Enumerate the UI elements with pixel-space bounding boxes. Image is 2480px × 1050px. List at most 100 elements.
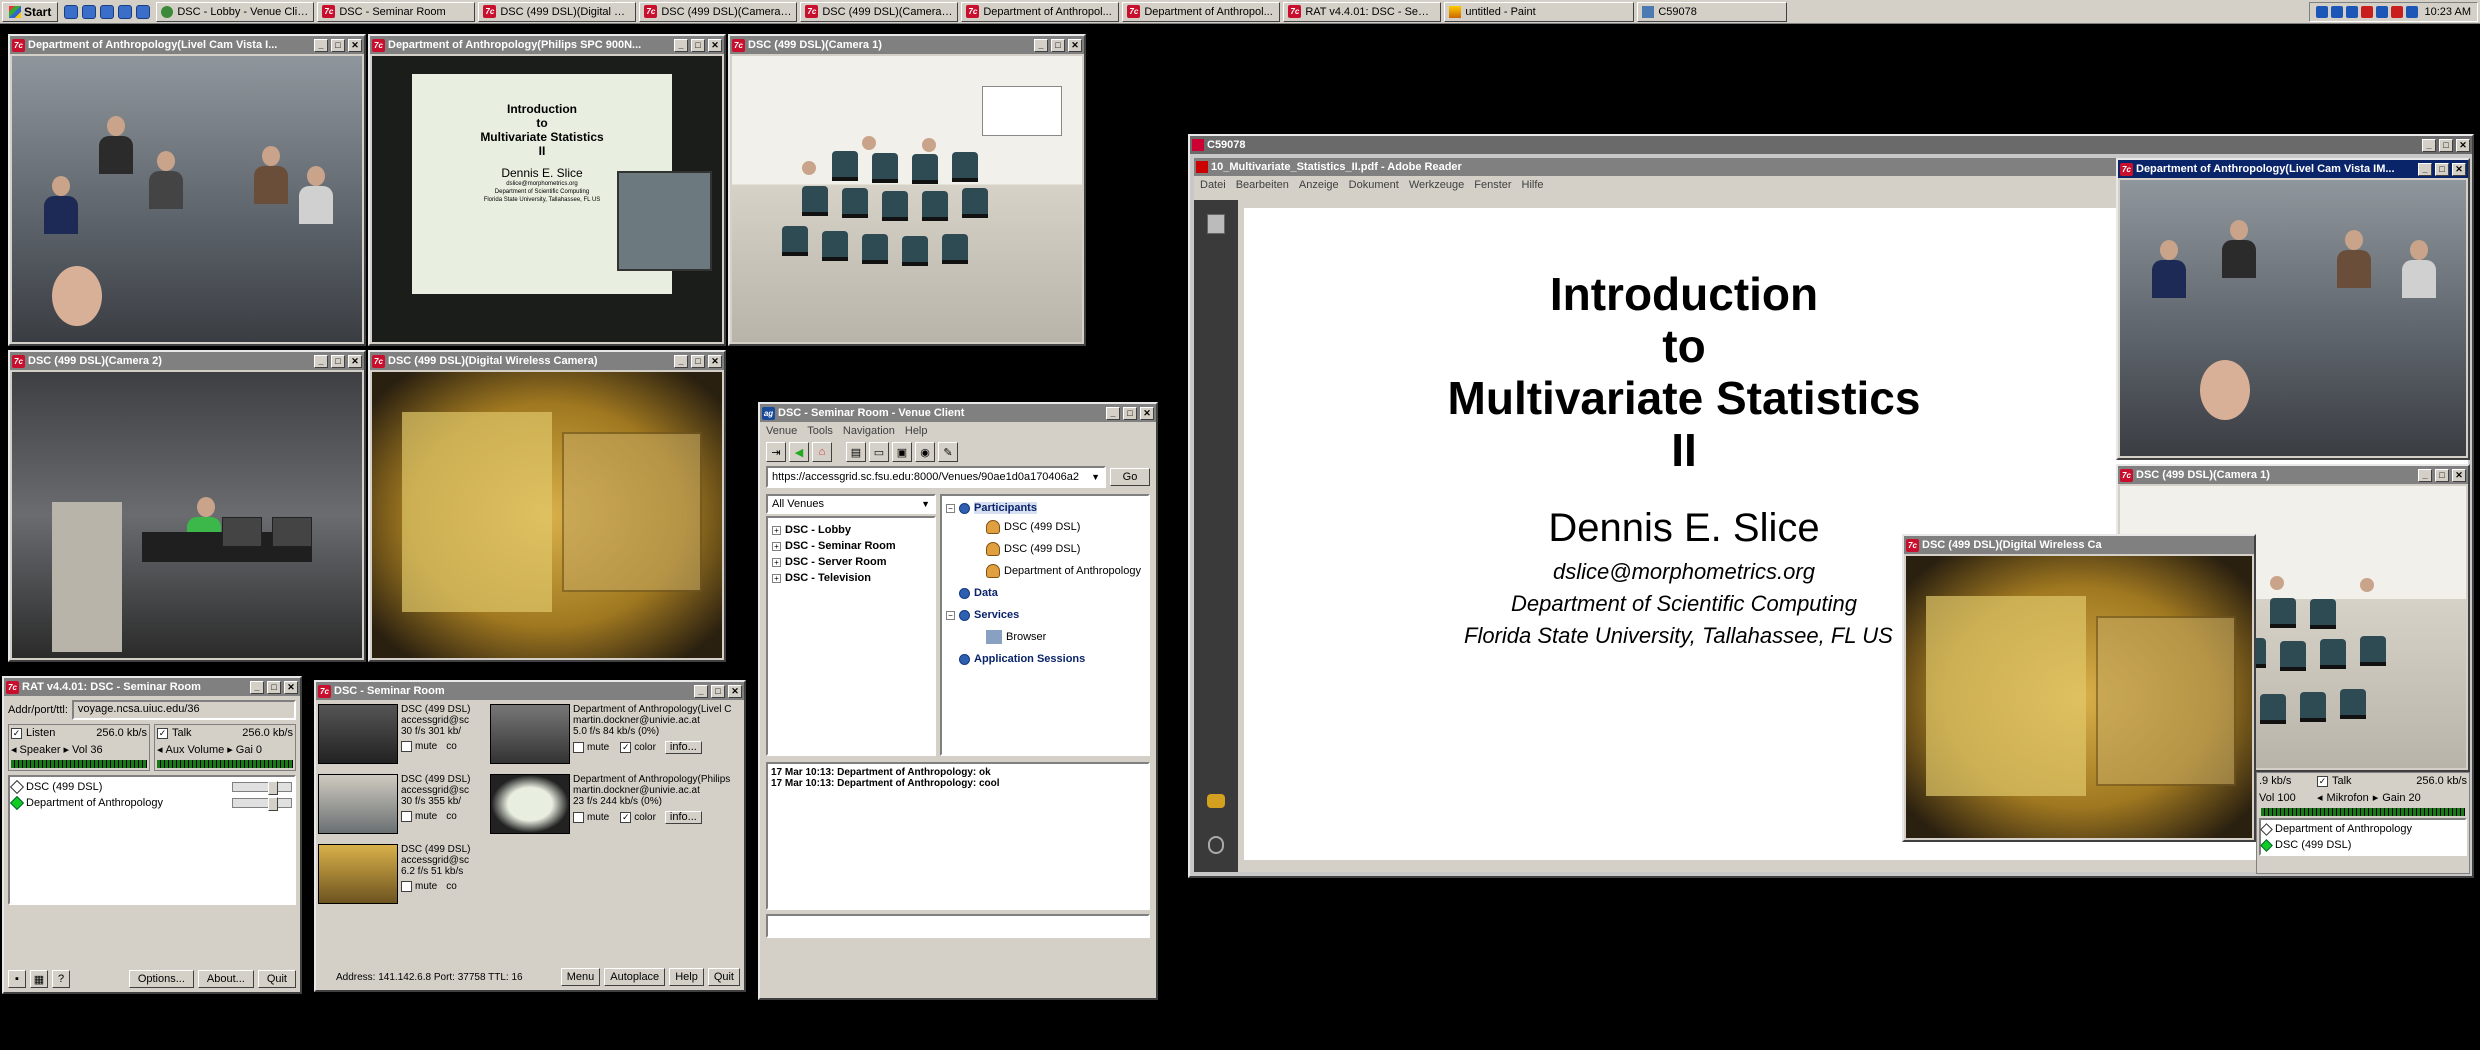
venue-item-lobby[interactable]: + DSC - Lobby: [772, 522, 930, 538]
maximize-button[interactable]: □: [691, 354, 705, 368]
grid-icon[interactable]: ▦: [30, 970, 48, 988]
venue-item-seminar[interactable]: + DSC - Seminar Room: [772, 538, 930, 554]
preferences-icon[interactable]: ▤: [846, 442, 866, 462]
venues-tree[interactable]: + DSC - Lobby + DSC - Seminar Room + DSC - …: [766, 516, 936, 756]
expand-icon[interactable]: +: [772, 525, 781, 535]
mute-checkbox[interactable]: [401, 811, 412, 822]
maximize-button[interactable]: □: [267, 680, 281, 694]
stream-item[interactable]: DSC (499 DSL) accessgrid@sc 30 f/s 355 k…: [318, 774, 488, 842]
antivirus-icon[interactable]: [2360, 5, 2373, 18]
mute-checkbox[interactable]: [573, 812, 584, 823]
minimize-button[interactable]: _: [314, 38, 328, 52]
app-sessions-node[interactable]: Application Sessions: [946, 648, 1144, 670]
collapse-icon[interactable]: −: [946, 503, 955, 513]
camera-icon[interactable]: ◉: [915, 442, 935, 462]
expand-icon[interactable]: +: [772, 557, 781, 567]
close-button[interactable]: ✕: [2452, 468, 2466, 482]
rat-window[interactable]: 7c RAT v4.4.01: DSC - Seminar Room _ □ ✕ Add…: [2, 676, 302, 994]
minimize-button[interactable]: _: [2418, 468, 2432, 482]
venue-url-field[interactable]: https://accessgrid.sc.fsu.edu:8000/Venue…: [766, 466, 1106, 488]
title-bar[interactable]: 7c DSC (499 DSL)(Digital Wireless Ca: [1904, 536, 2254, 554]
video-window-camera1[interactable]: 7c DSC (499 DSL)(Camera 1) _ □ ✕: [728, 34, 1086, 346]
stream-item[interactable]: Department of Anthropology(Philips marti…: [490, 774, 742, 842]
autoplace-button[interactable]: Autoplace: [604, 968, 666, 986]
title-bar[interactable]: 7c DSC (499 DSL)(Camera 1) _ □ ✕: [730, 36, 1084, 54]
attachments-icon[interactable]: [1208, 836, 1224, 854]
venue-contents-tree[interactable]: − Participants DSC (499 DSL) DSC (499 DSL…: [940, 494, 1150, 756]
minimize-button[interactable]: _: [694, 684, 708, 698]
chat-log[interactable]: 17 Mar 10:13: Department of Anthropology…: [766, 762, 1150, 910]
quit-button[interactable]: Quit: [257, 970, 296, 988]
security-icon[interactable]: [2330, 5, 2343, 18]
menu-dokument[interactable]: Dokument: [1349, 179, 1399, 191]
title-bar[interactable]: 7c DSC (499 DSL)(Digital Wireless Camera)…: [370, 352, 724, 370]
title-bar[interactable]: 7c DSC (499 DSL)(Camera 2) _ □ ✕: [10, 352, 364, 370]
venue-client-window[interactable]: ag DSC - Seminar Room - Venue Client _ □ ✕ V…: [758, 402, 1158, 1000]
back-icon[interactable]: ◀: [789, 442, 809, 462]
close-button[interactable]: ✕: [1140, 406, 1154, 420]
title-bar[interactable]: 7c DSC (499 DSL)(Camera 1) _ □ ✕: [2118, 466, 2468, 484]
close-button[interactable]: ✕: [1068, 38, 1082, 52]
close-button[interactable]: ✕: [348, 354, 362, 368]
video-window-camera2[interactable]: 7c DSC (499 DSL)(Camera 2) _ □ ✕: [8, 350, 366, 662]
participant-item[interactable]: DSC (499 DSL): [946, 516, 1144, 538]
stream-thumbnail[interactable]: [490, 774, 570, 834]
title-bar[interactable]: 7c Department of Anthropology(Livel Cam V…: [2118, 160, 2468, 178]
close-button[interactable]: ✕: [708, 354, 722, 368]
stream-thumbnail[interactable]: [318, 774, 398, 834]
about-button[interactable]: About...: [197, 970, 254, 988]
maximize-button[interactable]: □: [711, 684, 725, 698]
taskbar-item-lobby[interactable]: DSC - Lobby - Venue Clie...: [156, 1, 315, 22]
stream-item[interactable]: DSC (499 DSL) accessgrid@sc 6.2 f/s 51 k…: [318, 844, 488, 912]
remote-rat-participant-list[interactable]: Department of Anthropology DSC (499 DSL): [2259, 818, 2467, 856]
minimize-button[interactable]: _: [2422, 138, 2436, 152]
start-button[interactable]: Start: [2, 1, 59, 22]
go-button[interactable]: Go: [1110, 468, 1150, 486]
list-item[interactable]: Department of Anthropology: [9, 795, 292, 811]
menu-navigation[interactable]: Navigation: [843, 425, 895, 437]
home-icon[interactable]: ⌂: [812, 442, 832, 462]
arrow-left-icon[interactable]: ◂: [2317, 791, 2323, 804]
help-icon[interactable]: ?: [52, 970, 70, 988]
stream-thumbnail[interactable]: [318, 704, 398, 764]
remote-video-wireless[interactable]: 7c DSC (499 DSL)(Digital Wireless Ca: [1902, 534, 2256, 842]
display-icon[interactable]: ▭: [869, 442, 889, 462]
maximize-button[interactable]: □: [1051, 38, 1065, 52]
menu-button[interactable]: Menu: [560, 968, 601, 986]
taskbar-item-anthro1[interactable]: 7c Department of Anthropol...: [961, 1, 1120, 22]
media-player-icon[interactable]: [118, 4, 133, 19]
menu-bearbeiten[interactable]: Bearbeiten: [1236, 179, 1289, 191]
minimize-button[interactable]: _: [2418, 162, 2432, 176]
stream-item[interactable]: DSC (499 DSL) accessgrid@sc 30 f/s 301 k…: [318, 704, 488, 772]
menu-hilfe[interactable]: Hilfe: [1522, 179, 1544, 191]
ie-icon[interactable]: [64, 4, 79, 19]
minimize-button[interactable]: _: [250, 680, 264, 694]
title-bar[interactable]: 7c Department of Anthropology(Livel Cam V…: [10, 36, 364, 54]
list-item[interactable]: Department of Anthropology: [2260, 821, 2464, 837]
taskbar-item-paint[interactable]: untitled - Paint: [1444, 1, 1635, 22]
info-button[interactable]: info...: [664, 811, 702, 824]
rat-participant-list[interactable]: DSC (499 DSL) Department of Anthropology: [8, 775, 296, 905]
desktop-icon[interactable]: [100, 4, 115, 19]
maximize-button[interactable]: □: [331, 354, 345, 368]
menu-werkzeuge[interactable]: Werkzeuge: [1409, 179, 1464, 191]
participants-node[interactable]: − Participants: [946, 500, 1144, 516]
close-button[interactable]: ✕: [2452, 162, 2466, 176]
outlook-icon[interactable]: [82, 4, 97, 19]
help-button[interactable]: Help: [669, 968, 704, 986]
exit-icon[interactable]: ⇥: [766, 442, 786, 462]
title-bar[interactable]: 7c RAT v4.4.01: DSC - Seminar Room _ □ ✕: [4, 678, 300, 696]
venue-item-server[interactable]: + DSC - Server Room: [772, 554, 930, 570]
listen-checkbox[interactable]: ✓: [11, 727, 22, 739]
mute-checkbox[interactable]: [573, 742, 584, 753]
arrow-right-icon[interactable]: ▸: [2373, 791, 2379, 804]
title-bar[interactable]: ag DSC - Seminar Room - Venue Client _ □ ✕: [760, 404, 1156, 422]
vic-window[interactable]: 7c DSC - Seminar Room _ □ ✕ DSC (499 DSL) ac…: [314, 680, 746, 992]
title-bar[interactable]: C59078 _ □ ✕: [1190, 136, 2472, 154]
arrow-left-icon[interactable]: ◂: [11, 743, 17, 756]
maximize-button[interactable]: □: [1123, 406, 1137, 420]
mute-checkbox[interactable]: [401, 741, 412, 752]
talk-checkbox[interactable]: ✓: [2317, 775, 2328, 787]
expand-icon[interactable]: +: [772, 541, 781, 551]
minimize-button[interactable]: _: [314, 354, 328, 368]
